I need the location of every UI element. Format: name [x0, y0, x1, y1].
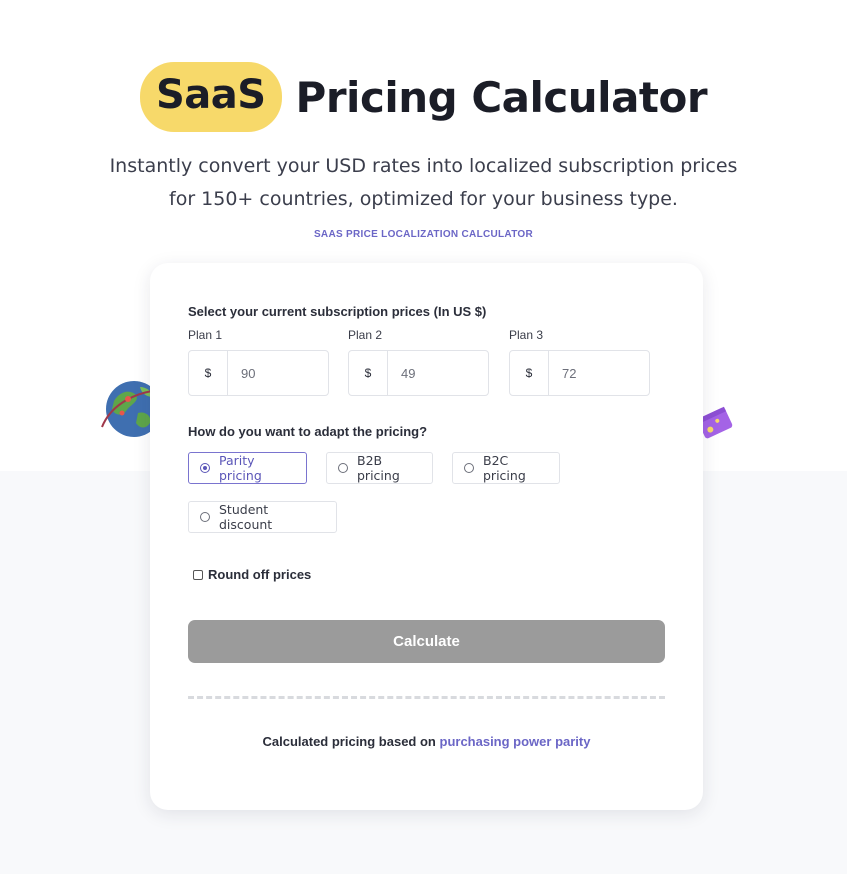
- subtitle-line-2: for 150+ countries, optimized for your b…: [169, 188, 678, 210]
- currency-prefix: $: [510, 351, 549, 395]
- plan-label: Plan 2: [348, 328, 383, 342]
- plan-1-price-input[interactable]: [228, 351, 328, 395]
- title-text: Pricing Calculator: [295, 72, 708, 122]
- prices-label: Select your current subscription prices …: [188, 304, 487, 319]
- plan-1: Plan 1 $: [188, 328, 329, 396]
- option-parity-pricing[interactable]: Parity pricing: [188, 452, 307, 484]
- calculator-card: Select your current subscription prices …: [150, 263, 703, 810]
- subtitle-line-1: Instantly convert your USD rates into lo…: [109, 155, 738, 177]
- option-b2c-pricing[interactable]: B2C pricing: [452, 452, 560, 484]
- plan-1-price-field: $: [188, 350, 329, 396]
- plan-label: Plan 1: [188, 328, 223, 342]
- option-b2b-pricing[interactable]: B2B pricing: [326, 452, 433, 484]
- option-label: Parity pricing: [219, 453, 262, 483]
- plan-label: Plan 3: [509, 328, 544, 342]
- plan-2-price-field: $: [348, 350, 489, 396]
- page-title: SaaS Pricing Calculator: [0, 62, 847, 132]
- plan-3-price-input[interactable]: [549, 351, 649, 395]
- calculator-eyebrow: SAAS PRICE LOCALIZATION CALCULATOR: [313, 229, 534, 240]
- round-off-checkbox[interactable]: [193, 569, 203, 580]
- radio-icon: [338, 463, 348, 473]
- plan-3-price-field: $: [509, 350, 650, 396]
- round-off-label: Round off prices: [208, 567, 312, 582]
- radio-icon: [200, 512, 210, 522]
- option-label: Student discount: [219, 502, 273, 532]
- plan-3: Plan 3 $: [509, 328, 650, 396]
- currency-prefix: $: [189, 351, 228, 395]
- title-highlight-badge: SaaS: [139, 62, 282, 132]
- option-student-discount[interactable]: Student discount: [188, 501, 337, 533]
- option-label: B2B pricing: [357, 453, 400, 483]
- radio-selected-icon: [200, 463, 210, 473]
- footer-prefix: Calculated pricing based on: [262, 734, 436, 749]
- dashed-divider: [188, 696, 665, 699]
- hero-subtitle: Instantly convert your USD rates into lo…: [0, 150, 847, 216]
- round-off-toggle[interactable]: Round off prices: [193, 567, 311, 582]
- footer-note: Calculated pricing based on purchasing p…: [150, 734, 703, 749]
- currency-prefix: $: [349, 351, 388, 395]
- radio-icon: [464, 463, 474, 473]
- plan-2-price-input[interactable]: [388, 351, 488, 395]
- calculate-button[interactable]: Calculate: [188, 620, 665, 663]
- plan-2: Plan 2 $: [348, 328, 489, 396]
- adapt-pricing-label: How do you want to adapt the pricing?: [188, 424, 428, 439]
- option-label: B2C pricing: [483, 453, 526, 483]
- purchasing-power-parity-link[interactable]: purchasing power parity: [440, 734, 591, 749]
